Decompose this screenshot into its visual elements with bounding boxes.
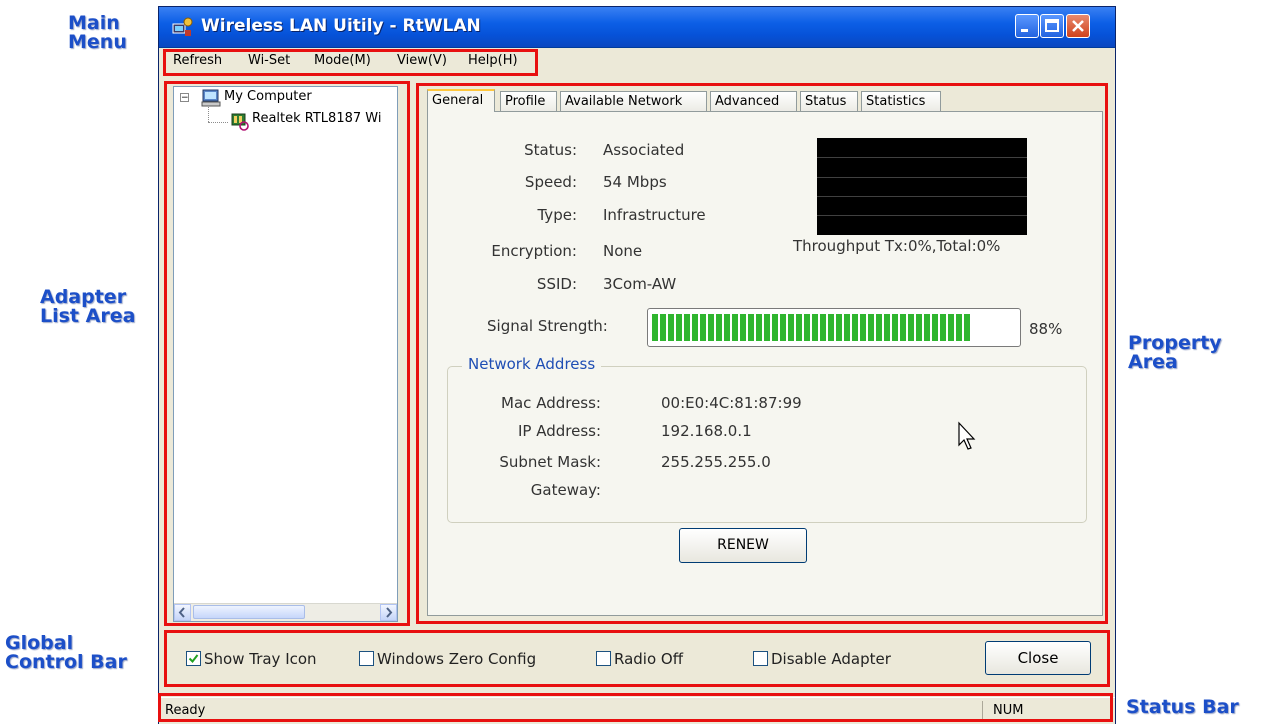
annotation-main-menu <box>163 49 538 76</box>
callout-status-bar: Status Bar <box>1126 696 1239 718</box>
title-bar[interactable]: Wireless LAN Uitily - RtWLAN <box>159 7 1115 48</box>
annotation-property-area <box>416 83 1108 624</box>
window-title: Wireless LAN Uitily - RtWLAN <box>201 16 481 36</box>
minimize-button[interactable] <box>1015 14 1039 38</box>
annotation-global-control-bar <box>164 630 1110 687</box>
callout-global-control-bar: Global Control Bar <box>5 632 127 673</box>
maximize-button[interactable] <box>1040 14 1064 38</box>
close-window-button[interactable] <box>1066 14 1090 38</box>
callout-property-area: Property Area <box>1128 332 1222 373</box>
callout-adapter-list-area: Adapter List Area <box>40 286 136 327</box>
tab-general[interactable]: General <box>427 89 495 112</box>
annotation-status-bar <box>158 693 1113 722</box>
network-adapter-icon <box>171 16 193 38</box>
callout-main-menu: Main Menu <box>68 12 127 53</box>
annotation-adapter-list <box>164 81 410 626</box>
